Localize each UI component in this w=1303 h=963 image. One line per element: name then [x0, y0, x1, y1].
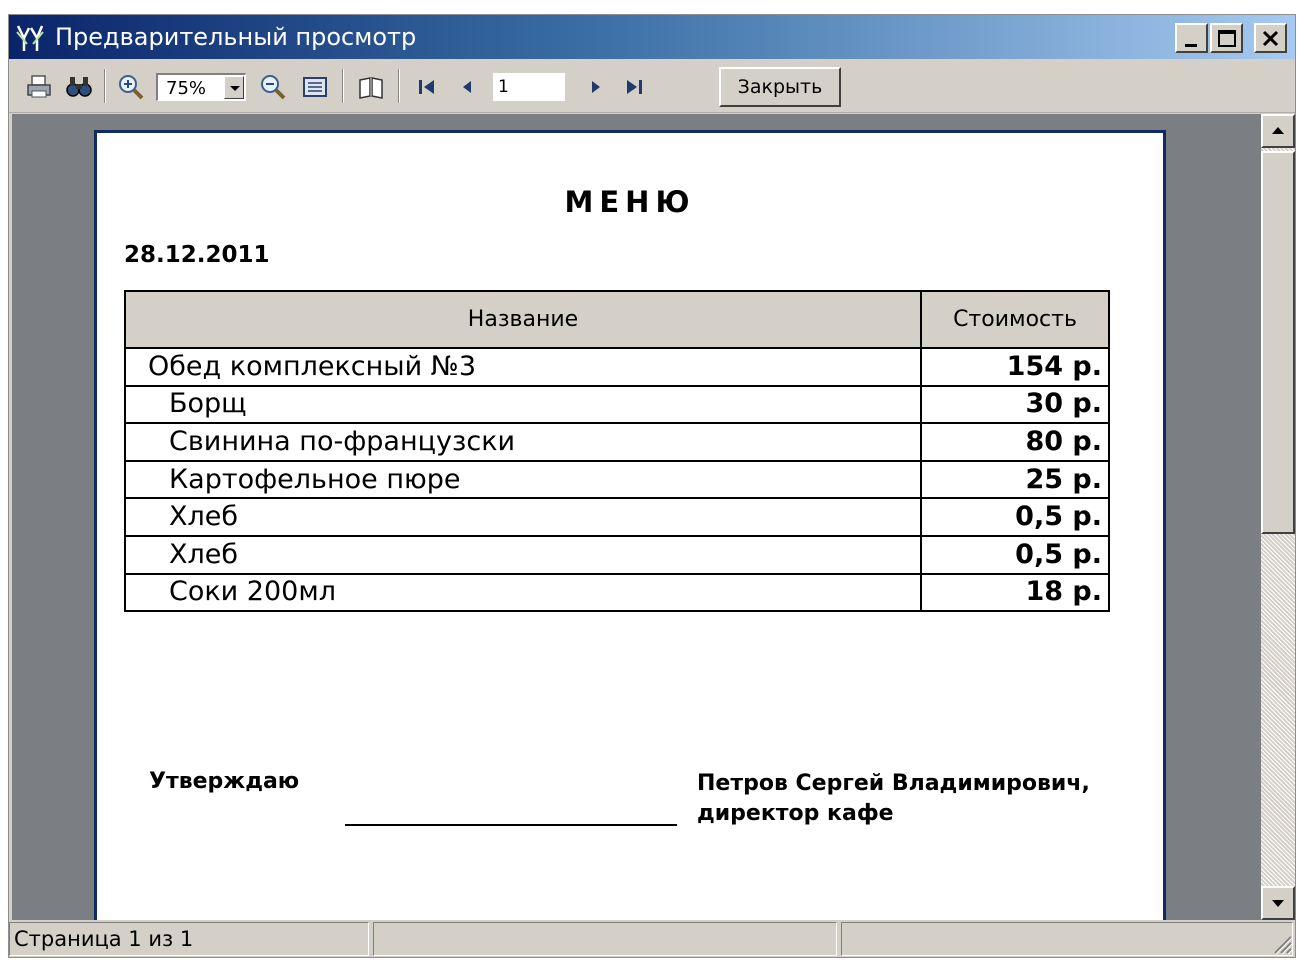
item-name: Хлеб — [124, 534, 922, 575]
close-window-button[interactable] — [1254, 23, 1287, 53]
signature-line — [345, 824, 677, 826]
print-icon[interactable] — [25, 73, 53, 101]
minimize-button[interactable] — [1175, 23, 1208, 53]
item-price: 18 р. — [920, 572, 1110, 613]
document-date: 28.12.2011 — [124, 242, 270, 268]
zoom-select[interactable]: 75% — [156, 73, 246, 101]
zoom-value: 75% — [166, 78, 207, 99]
table-header-row: Название Стоимость — [124, 290, 1110, 349]
status-bar: Страница 1 из 1 — [9, 920, 1295, 957]
status-pane — [373, 922, 837, 956]
vertical-scrollbar[interactable] — [1261, 114, 1295, 920]
toolbar-separator — [342, 69, 344, 103]
zoom-in-icon[interactable] — [117, 73, 145, 101]
page-setup-icon[interactable] — [357, 73, 385, 101]
scroll-down-button[interactable] — [1261, 886, 1295, 920]
scroll-thumb[interactable] — [1261, 151, 1295, 534]
item-name: Соки 200мл — [124, 572, 922, 613]
table-row: Борщ 30 р. — [124, 384, 1110, 425]
title-bar[interactable]: Предварительный просмотр — [9, 15, 1295, 59]
maximize-icon — [1218, 30, 1236, 47]
signer-name: Петров Сергей Владимирович, — [697, 771, 1090, 796]
table-row: Обед комплексный №3 154 р. — [124, 347, 1110, 387]
item-name: Свинина по-французски — [124, 422, 922, 462]
toolbar: 75% 1 Закрыть — [9, 61, 1295, 113]
find-icon[interactable] — [65, 73, 93, 101]
item-name: Борщ — [124, 384, 922, 425]
item-price: 80 р. — [920, 422, 1110, 462]
table-row: Свинина по-французски 80 р. — [124, 422, 1110, 462]
last-page-icon[interactable] — [620, 73, 648, 101]
document-title: МЕНЮ — [564, 185, 696, 219]
zoom-out-icon[interactable] — [259, 73, 287, 101]
resize-grip-icon[interactable] — [1269, 931, 1293, 955]
scroll-up-button[interactable] — [1261, 114, 1295, 148]
table-row: Хлеб 0,5 р. — [124, 534, 1110, 575]
close-icon — [1262, 30, 1279, 47]
page-number-input[interactable] — [493, 73, 565, 101]
next-page-icon[interactable] — [582, 73, 610, 101]
chevron-down-icon[interactable] — [224, 76, 244, 99]
arrow-up-icon — [1272, 127, 1284, 134]
prev-page-icon[interactable] — [453, 73, 481, 101]
item-name: Картофельное пюре — [124, 459, 922, 500]
toolbar-separator — [398, 69, 400, 103]
arrow-down-icon — [1272, 900, 1284, 907]
item-name: Хлеб — [124, 497, 922, 537]
page-width-icon[interactable] — [301, 73, 329, 101]
column-header-price: Стоимость — [920, 290, 1110, 349]
toolbar-separator — [104, 69, 106, 103]
item-price: 0,5 р. — [920, 534, 1110, 575]
table-row: Картофельное пюре 25 р. — [124, 459, 1110, 500]
item-price: 0,5 р. — [920, 497, 1110, 537]
status-page-info: Страница 1 из 1 — [9, 922, 369, 956]
signer-position: директор кафе — [697, 801, 894, 826]
approve-label: Утверждаю — [149, 769, 300, 794]
column-header-name: Название — [124, 290, 922, 349]
window-title: Предварительный просмотр — [55, 23, 417, 51]
item-price: 30 р. — [920, 384, 1110, 425]
table-row: Соки 200мл 18 р. — [124, 572, 1110, 613]
signer-block: Петров Сергей Владимирович, директор каф… — [697, 769, 1090, 829]
app-icon — [15, 24, 45, 52]
item-price: 25 р. — [920, 459, 1110, 500]
preview-window: Предварительный просмотр 75% 1 Закрыть М… — [8, 14, 1296, 958]
item-name: Обед комплексный №3 — [124, 347, 922, 387]
table-row: Хлеб 0,5 р. — [124, 497, 1110, 537]
status-pane — [841, 922, 1293, 956]
preview-area[interactable]: МЕНЮ 28.12.2011 Название Стоимость Обед … — [12, 114, 1261, 920]
maximize-button[interactable] — [1210, 23, 1243, 53]
minimize-icon — [1185, 44, 1197, 47]
menu-table: Название Стоимость Обед комплексный №3 1… — [124, 290, 1110, 613]
close-button[interactable]: Закрыть — [719, 67, 841, 107]
document-page: МЕНЮ 28.12.2011 Название Стоимость Обед … — [94, 130, 1166, 920]
item-price: 154 р. — [920, 347, 1110, 387]
first-page-icon[interactable] — [413, 73, 441, 101]
